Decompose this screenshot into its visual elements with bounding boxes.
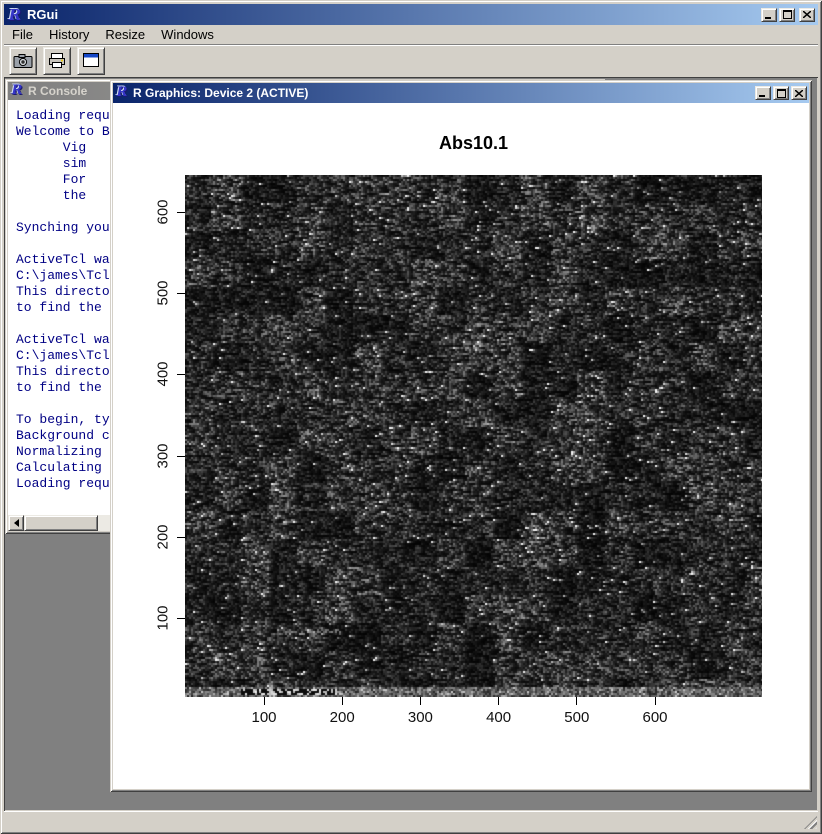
maximize-button[interactable] bbox=[773, 86, 789, 100]
resize-grip-icon[interactable] bbox=[804, 816, 817, 829]
x-axis-tick-label: 300 bbox=[390, 709, 450, 726]
console-title: R Console bbox=[28, 84, 87, 98]
chip-image bbox=[185, 175, 762, 697]
return-to-console-button[interactable] bbox=[77, 47, 105, 75]
x-axis-tick-label: 200 bbox=[312, 709, 372, 726]
r-logo-icon: R bbox=[7, 7, 23, 23]
r-logo-icon: R bbox=[115, 85, 129, 101]
y-axis-tick-label: 200 bbox=[155, 524, 172, 549]
y-axis-tick bbox=[177, 293, 185, 294]
copy-plot-button[interactable] bbox=[9, 47, 37, 75]
graphics-window: R R Graphics: Device 2 (ACTIVE) Abs1 bbox=[110, 80, 812, 792]
menu-bar: File History Resize Windows bbox=[4, 25, 818, 44]
printer-icon bbox=[47, 52, 67, 69]
x-axis-tick bbox=[264, 697, 265, 705]
menu-file[interactable]: File bbox=[4, 26, 41, 43]
y-axis-tick-label: 400 bbox=[155, 362, 172, 387]
close-icon bbox=[803, 11, 811, 18]
console-window-icon bbox=[81, 52, 101, 69]
close-icon bbox=[795, 90, 803, 97]
plot-title: Abs10.1 bbox=[185, 133, 762, 153]
x-axis-tick bbox=[655, 697, 656, 705]
scrollbar-thumb[interactable] bbox=[24, 515, 98, 531]
main-titlebar[interactable]: R RGui bbox=[4, 4, 818, 25]
x-axis-tick bbox=[576, 697, 577, 705]
main-window-title: RGui bbox=[27, 7, 58, 22]
minimize-icon bbox=[765, 11, 773, 19]
maximize-icon bbox=[783, 10, 792, 19]
maximize-button[interactable] bbox=[779, 8, 795, 22]
y-axis-tick bbox=[177, 537, 185, 538]
close-button[interactable] bbox=[791, 86, 807, 100]
menu-history[interactable]: History bbox=[41, 26, 97, 43]
y-axis-tick bbox=[177, 374, 185, 375]
x-axis-tick bbox=[342, 697, 343, 705]
graphics-title: R Graphics: Device 2 (ACTIVE) bbox=[133, 86, 308, 100]
menu-resize[interactable]: Resize bbox=[97, 26, 153, 43]
minimize-button[interactable] bbox=[755, 86, 771, 100]
graphics-client: Abs10.1 100 200 300 400 500 600 100 200 300 400 50… bbox=[113, 103, 809, 789]
y-axis-tick bbox=[177, 456, 185, 457]
x-axis-tick-label: 600 bbox=[625, 709, 685, 726]
x-axis-tick-label: 500 bbox=[547, 709, 607, 726]
x-axis-tick bbox=[420, 697, 421, 705]
r-logo-icon: R bbox=[10, 83, 24, 99]
plot-area: Abs10.1 100 200 300 400 500 600 100 200 300 400 50… bbox=[113, 103, 809, 789]
close-button[interactable] bbox=[799, 8, 815, 22]
scroll-left-button[interactable] bbox=[8, 515, 24, 531]
y-axis-tick bbox=[177, 212, 185, 213]
x-axis-tick-label: 100 bbox=[234, 709, 294, 726]
y-axis-tick-label: 100 bbox=[155, 605, 172, 630]
y-axis-tick-label: 600 bbox=[155, 199, 172, 224]
main-window: R RGui File History Resize Windows bbox=[0, 0, 822, 834]
status-bar bbox=[4, 811, 818, 830]
x-axis-tick bbox=[498, 697, 499, 705]
maximize-icon bbox=[777, 89, 786, 98]
y-axis-tick bbox=[177, 618, 185, 619]
toolbar bbox=[4, 44, 818, 76]
mdi-area: R R Console Loading requWelcome to B Vig… bbox=[4, 77, 818, 811]
y-axis-tick-label: 300 bbox=[155, 443, 172, 468]
camera-icon bbox=[13, 52, 33, 69]
x-axis-tick-label: 400 bbox=[469, 709, 529, 726]
minimize-icon bbox=[759, 89, 767, 97]
print-button[interactable] bbox=[43, 47, 71, 75]
arrow-left-icon bbox=[14, 519, 19, 527]
y-axis-tick-label: 500 bbox=[155, 281, 172, 306]
menu-windows[interactable]: Windows bbox=[153, 26, 222, 43]
graphics-titlebar[interactable]: R R Graphics: Device 2 (ACTIVE) bbox=[113, 83, 809, 103]
minimize-button[interactable] bbox=[761, 8, 777, 22]
